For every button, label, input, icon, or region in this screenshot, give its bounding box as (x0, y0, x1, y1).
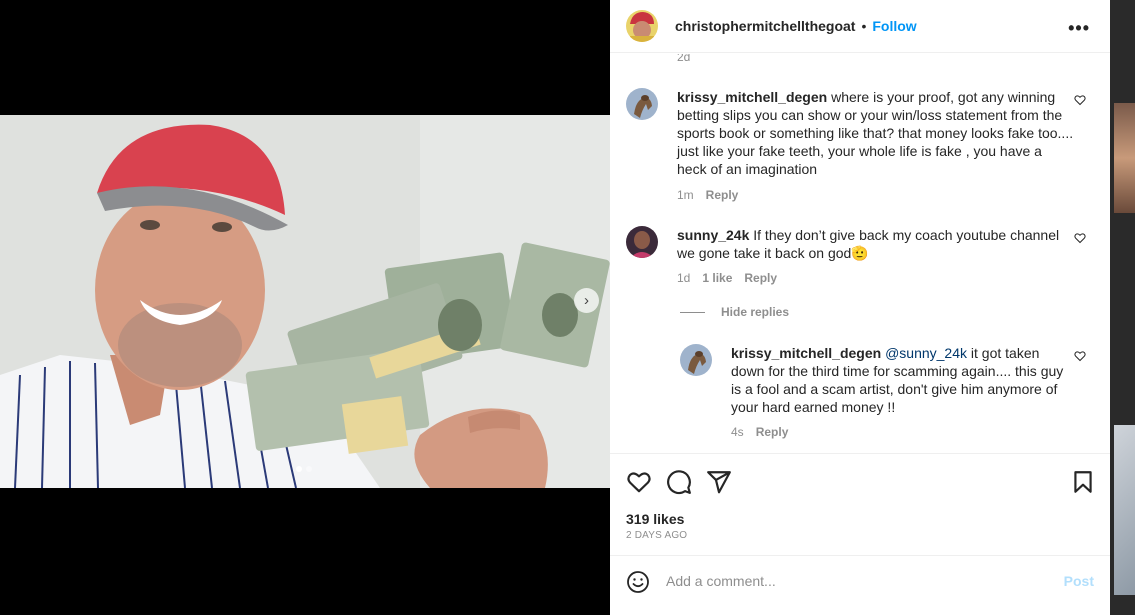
post-date: 2 DAYS AGO (626, 530, 688, 541)
comment-bubble-icon[interactable] (666, 469, 692, 495)
comments-list[interactable]: 2d krissy_mitchell_degen where is your p… (610, 54, 1110, 452)
hide-replies-button[interactable]: Hide replies (680, 305, 789, 319)
comment-time: 4s (731, 425, 744, 439)
author-username[interactable]: christophermitchellthegoat (675, 18, 855, 34)
likes-count-link[interactable]: 1 like (702, 271, 732, 285)
reply-button[interactable]: Reply (756, 425, 789, 439)
reply-button[interactable]: Reply (744, 271, 777, 285)
comment-meta: 1d 1 like Reply (677, 271, 777, 285)
backdrop-thumbnail[interactable] (1114, 425, 1135, 595)
commenter-avatar[interactable] (626, 226, 658, 258)
comment-username[interactable]: krissy_mitchell_degen (677, 89, 827, 105)
post-button[interactable]: Post (1064, 573, 1094, 589)
comment-username[interactable]: krissy_mitchell_degen (731, 345, 881, 361)
post-sidebar: christophermitchellthegoat • Follow ••• … (610, 0, 1110, 615)
comment-time: 1m (677, 188, 694, 202)
heart-icon[interactable] (1074, 94, 1086, 109)
comment-input[interactable] (666, 568, 1056, 594)
comment-time: 1d (677, 271, 691, 285)
carousel-dot (306, 466, 312, 472)
commenter-avatar[interactable] (680, 344, 712, 376)
backdrop-thumbnail[interactable] (1114, 103, 1135, 213)
caption-time: 2d (677, 54, 691, 64)
post-photo (0, 115, 610, 488)
comment-text-block: sunny_24k If they don’t give back my coa… (677, 226, 1074, 262)
comment-text-block: krissy_mitchell_degen @sunny_24k it got … (731, 344, 1071, 416)
bookmark-icon[interactable] (1070, 469, 1096, 495)
comment-text-block: krissy_mitchell_degen where is your proo… (677, 88, 1074, 178)
heart-icon[interactable] (1074, 350, 1086, 365)
carousel-dots (296, 466, 312, 472)
comment-meta: 4s Reply (731, 425, 788, 439)
comment-meta: 1m Reply (677, 188, 738, 202)
more-options-button[interactable]: ••• (1068, 18, 1090, 39)
reply-button[interactable]: Reply (706, 188, 739, 202)
comment-username[interactable]: sunny_24k (677, 227, 749, 243)
commenter-avatar[interactable] (626, 88, 658, 120)
emoji-icon[interactable] (626, 570, 650, 594)
post-media: › (0, 0, 610, 615)
next-photo-button[interactable]: › (574, 288, 599, 313)
share-paper-plane-icon[interactable] (706, 469, 732, 495)
follow-button[interactable]: Follow (872, 18, 916, 34)
heart-icon[interactable] (1074, 232, 1086, 247)
comment-mention[interactable]: @sunny_24k (885, 345, 967, 361)
header-separator: • (861, 18, 867, 34)
likes-count[interactable]: 319 likes (626, 511, 684, 527)
comment-composer: Post (610, 555, 1110, 607)
hide-replies-label: Hide replies (721, 305, 790, 319)
post-actions: 319 likes 2 DAYS AGO (610, 453, 1110, 555)
post-header: christophermitchellthegoat • Follow ••• (610, 0, 1110, 53)
like-heart-icon[interactable] (626, 469, 652, 495)
author-avatar[interactable] (626, 10, 658, 42)
chevron-right-icon: › (584, 292, 589, 309)
carousel-dot (296, 466, 302, 472)
replies-divider (680, 311, 705, 313)
